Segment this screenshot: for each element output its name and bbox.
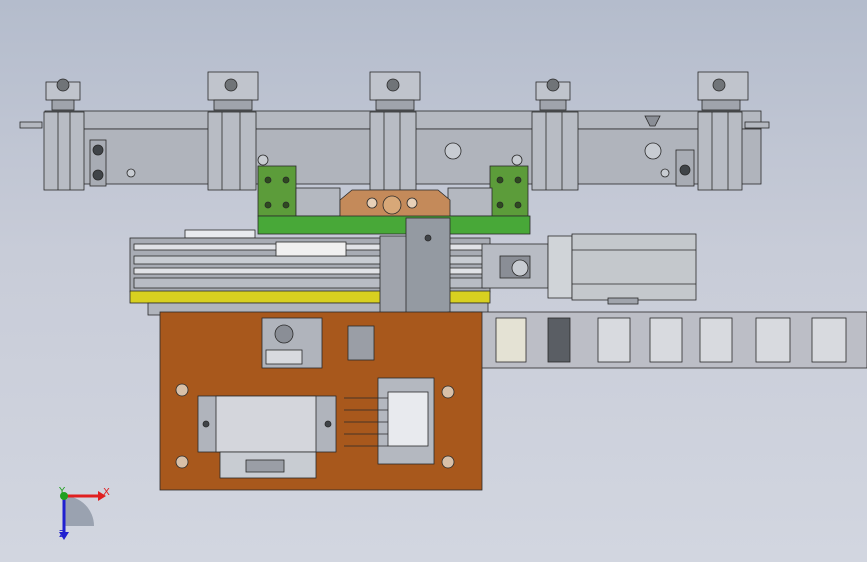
axis-x-label: X [103, 487, 110, 498]
cad-model-drawing[interactable] [0, 0, 867, 562]
coordinate-triad [59, 491, 106, 540]
gripper-3 [369, 71, 421, 191]
axis-z-label: Z [59, 529, 66, 540]
copper-bracket [339, 189, 451, 219]
axis-y-label: Y [59, 486, 66, 497]
cable-chain [471, 311, 867, 369]
mounting-block-right [489, 165, 529, 217]
green-rail [257, 215, 531, 235]
gripper-2 [207, 71, 259, 191]
cad-viewport[interactable]: X Y Z [0, 0, 867, 562]
motor [481, 233, 697, 305]
mounting-block-left [257, 165, 297, 217]
gripper-4 [531, 78, 579, 191]
